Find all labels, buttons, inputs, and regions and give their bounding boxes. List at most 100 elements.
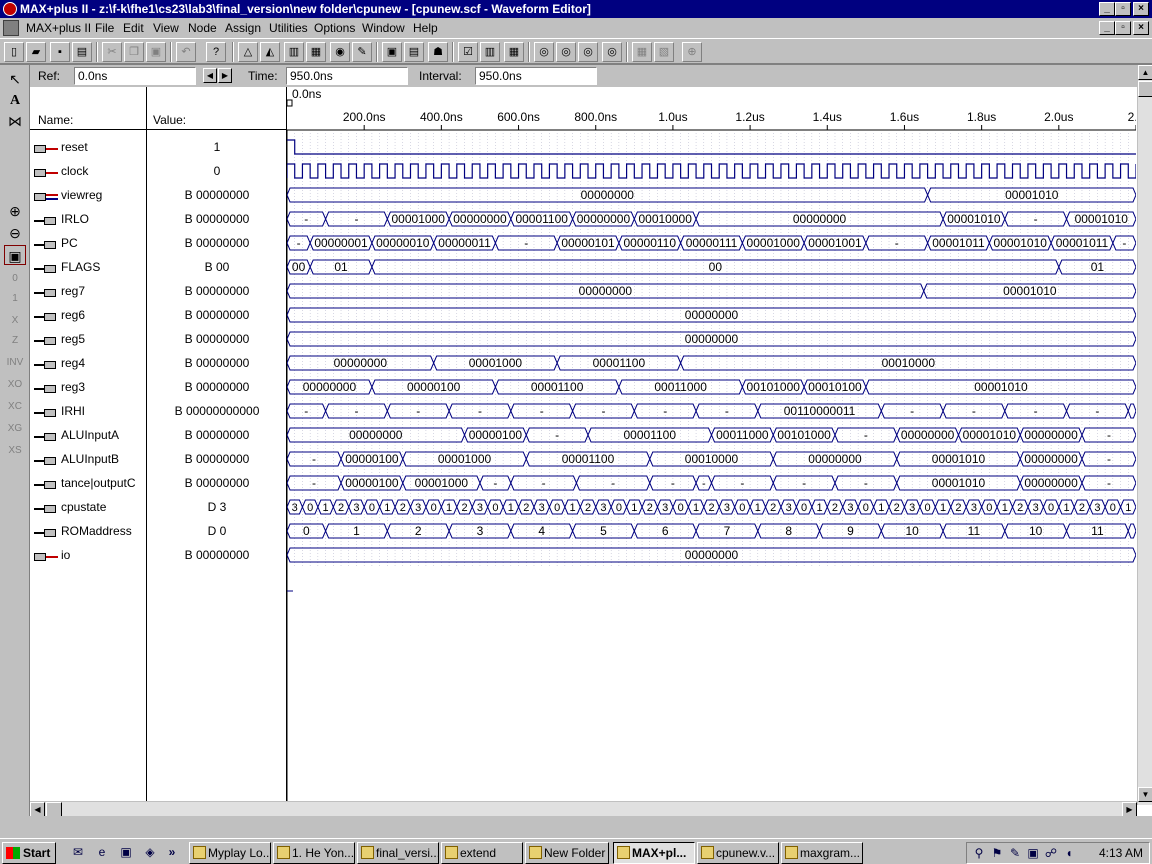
grid-icon[interactable]: ▦ [632, 42, 652, 62]
tray-link-icon[interactable]: ☍ [1043, 845, 1059, 861]
set-zero-icon[interactable]: 0 [4, 269, 26, 289]
node-row-reg5[interactable]: reg5 [30, 327, 147, 351]
open-file-icon[interactable]: ▰ [26, 42, 46, 62]
set-one-icon[interactable]: 1 [4, 289, 26, 309]
node-row-irlo[interactable]: IRLO [30, 207, 147, 231]
taskbar-button[interactable]: maxgram... [781, 842, 863, 864]
close-button[interactable]: × [1133, 2, 1149, 16]
scroll-up-icon[interactable]: ▲ [1138, 65, 1152, 80]
node-row-cpustate[interactable]: cpustate [30, 495, 147, 519]
zoom-fit-icon[interactable]: ⊕ [682, 42, 702, 62]
vertical-scroll-thumb[interactable] [1138, 81, 1152, 97]
overwrite-clock-icon[interactable]: XO [4, 375, 26, 395]
doc-restore-button[interactable]: ▫ [1115, 21, 1131, 35]
document-icon[interactable] [3, 20, 19, 36]
waveform-canvas[interactable]: 0.0ns 200.0ns 400.0ns 600.0ns 800.0ns 1.0us 1.… [287, 87, 1136, 805]
node-row-viewreg[interactable]: viewreg [30, 183, 147, 207]
vertical-scrollbar[interactable]: ▲ ▼ [1137, 65, 1152, 805]
programmer-icon[interactable]: ✎ [352, 42, 372, 62]
paste-icon[interactable]: ▣ [146, 42, 166, 62]
taskbar-button[interactable]: Myplay Lo... [189, 842, 271, 864]
hierarchy-up-icon[interactable]: △ [238, 42, 258, 62]
scroll-down-icon[interactable]: ▼ [1138, 787, 1152, 802]
taskbar-button[interactable]: cpunew.v... [697, 842, 779, 864]
tray-search-icon[interactable]: ⚲ [971, 845, 987, 861]
menu-node[interactable]: Node [188, 21, 217, 35]
menu-maxplus[interactable]: MAX+plus II [26, 21, 91, 35]
invert-icon[interactable]: INV [4, 353, 26, 373]
menu-file[interactable]: File [95, 21, 114, 35]
maxplus-app-icon[interactable] [3, 2, 17, 16]
node-row-reg7[interactable]: reg7 [30, 279, 147, 303]
menu-options[interactable]: Options [314, 21, 355, 35]
quicklaunch-more-icon[interactable]: » [164, 844, 180, 860]
zoom-in-icon[interactable]: ⊕ [4, 201, 26, 221]
maximize-button[interactable]: ▫ [1115, 2, 1131, 16]
menu-help[interactable]: Help [413, 21, 438, 35]
compiler-icon[interactable]: ▥ [284, 42, 304, 62]
undo-icon[interactable]: ↶ [176, 42, 196, 62]
node-row-flags[interactable]: FLAGS [30, 255, 147, 279]
simulator-icon[interactable]: ▦ [306, 42, 326, 62]
node-row-aluinputb[interactable]: ALUInputB [30, 447, 147, 471]
taskbar-button[interactable]: extend [441, 842, 523, 864]
doc-close-button[interactable]: × [1133, 21, 1149, 35]
start-button[interactable]: Start [2, 842, 56, 864]
doc-minimize-button[interactable]: _ [1099, 21, 1115, 35]
save-icon[interactable]: ▪ [50, 42, 70, 62]
quicklaunch-channels-icon[interactable]: ◈ [142, 844, 158, 860]
node-row-reg4[interactable]: reg4 [30, 351, 147, 375]
project-save-icon[interactable]: ▣ [382, 42, 402, 62]
node-row-reg3[interactable]: reg3 [30, 375, 147, 399]
ref-next-icon[interactable]: ▶ [218, 68, 232, 83]
overwrite-group-icon[interactable]: XG [4, 419, 26, 439]
minimize-button[interactable]: _ [1099, 2, 1115, 16]
tile-icon[interactable]: ▧ [654, 42, 674, 62]
tray-network-icon[interactable]: ⚑ [989, 845, 1005, 861]
horizontal-scrollbar[interactable]: ◀ ▶ [30, 801, 1137, 818]
taskbar-button[interactable]: MAX+pl... [613, 842, 695, 864]
taskbar-button[interactable]: 1. He Yon... [273, 842, 355, 864]
menu-utilities[interactable]: Utilities [269, 21, 308, 35]
node-row-reg6[interactable]: reg6 [30, 303, 147, 327]
print-icon[interactable]: ▤ [72, 42, 92, 62]
text-tool-icon[interactable]: A [4, 91, 26, 111]
node-row-romaddress[interactable]: ROMaddress [30, 519, 147, 543]
quicklaunch-ie-icon[interactable]: e [94, 844, 110, 860]
save-all-icon[interactable]: ▦ [504, 42, 524, 62]
view-eye-red-icon[interactable]: ◎ [602, 42, 622, 62]
menu-view[interactable]: View [153, 21, 179, 35]
stack-icon[interactable]: ▥ [480, 42, 500, 62]
hierarchy-display-icon[interactable]: ☗ [428, 42, 448, 62]
check-icon[interactable]: ☑ [458, 42, 478, 62]
taskbar-button[interactable]: New Folder [525, 842, 609, 864]
set-x-icon[interactable]: X [4, 311, 26, 331]
fit-in-window-icon[interactable]: ▣ [4, 245, 26, 265]
view-eye-blue-icon[interactable]: ◎ [578, 42, 598, 62]
copy-icon[interactable]: ❐ [124, 42, 144, 62]
menu-edit[interactable]: Edit [123, 21, 144, 35]
node-row-reset[interactable]: reset [30, 135, 147, 159]
waveform-draw-tool-icon[interactable]: ⋈ [4, 111, 26, 131]
node-row-aluinputa[interactable]: ALUInputA [30, 423, 147, 447]
cut-icon[interactable]: ✂ [102, 42, 122, 62]
quicklaunch-outlook-icon[interactable]: ✉ [70, 844, 86, 860]
quicklaunch-desktop-icon[interactable]: ▣ [118, 844, 134, 860]
node-row-irhi[interactable]: IRHI [30, 399, 147, 423]
set-z-icon[interactable]: Z [4, 331, 26, 351]
node-row-io[interactable]: io [30, 543, 147, 567]
tray-volume-icon[interactable]: ◖ [1061, 845, 1077, 861]
new-file-icon[interactable]: ▯ [4, 42, 24, 62]
node-row-tance-outputc[interactable]: tance|outputC [30, 471, 147, 495]
view-eye-icon[interactable]: ◎ [534, 42, 554, 62]
node-row-pc[interactable]: PC [30, 231, 147, 255]
menu-assign[interactable]: Assign [225, 21, 261, 35]
node-row-clock[interactable]: clock [30, 159, 147, 183]
tray-pen-icon[interactable]: ✎ [1007, 845, 1023, 861]
waveform-area[interactable]: 0.0ns 200.0ns 400.0ns 600.0ns 800.0ns 1.0us 1.… [287, 87, 1136, 805]
find-node-icon[interactable]: ◭ [260, 42, 280, 62]
selection-tool-icon[interactable]: ↖ [4, 69, 26, 89]
ref-field[interactable]: 0.0ns [74, 67, 196, 85]
ref-prev-icon[interactable]: ◀ [203, 68, 217, 83]
help-pointer-icon[interactable]: ? [206, 42, 226, 62]
